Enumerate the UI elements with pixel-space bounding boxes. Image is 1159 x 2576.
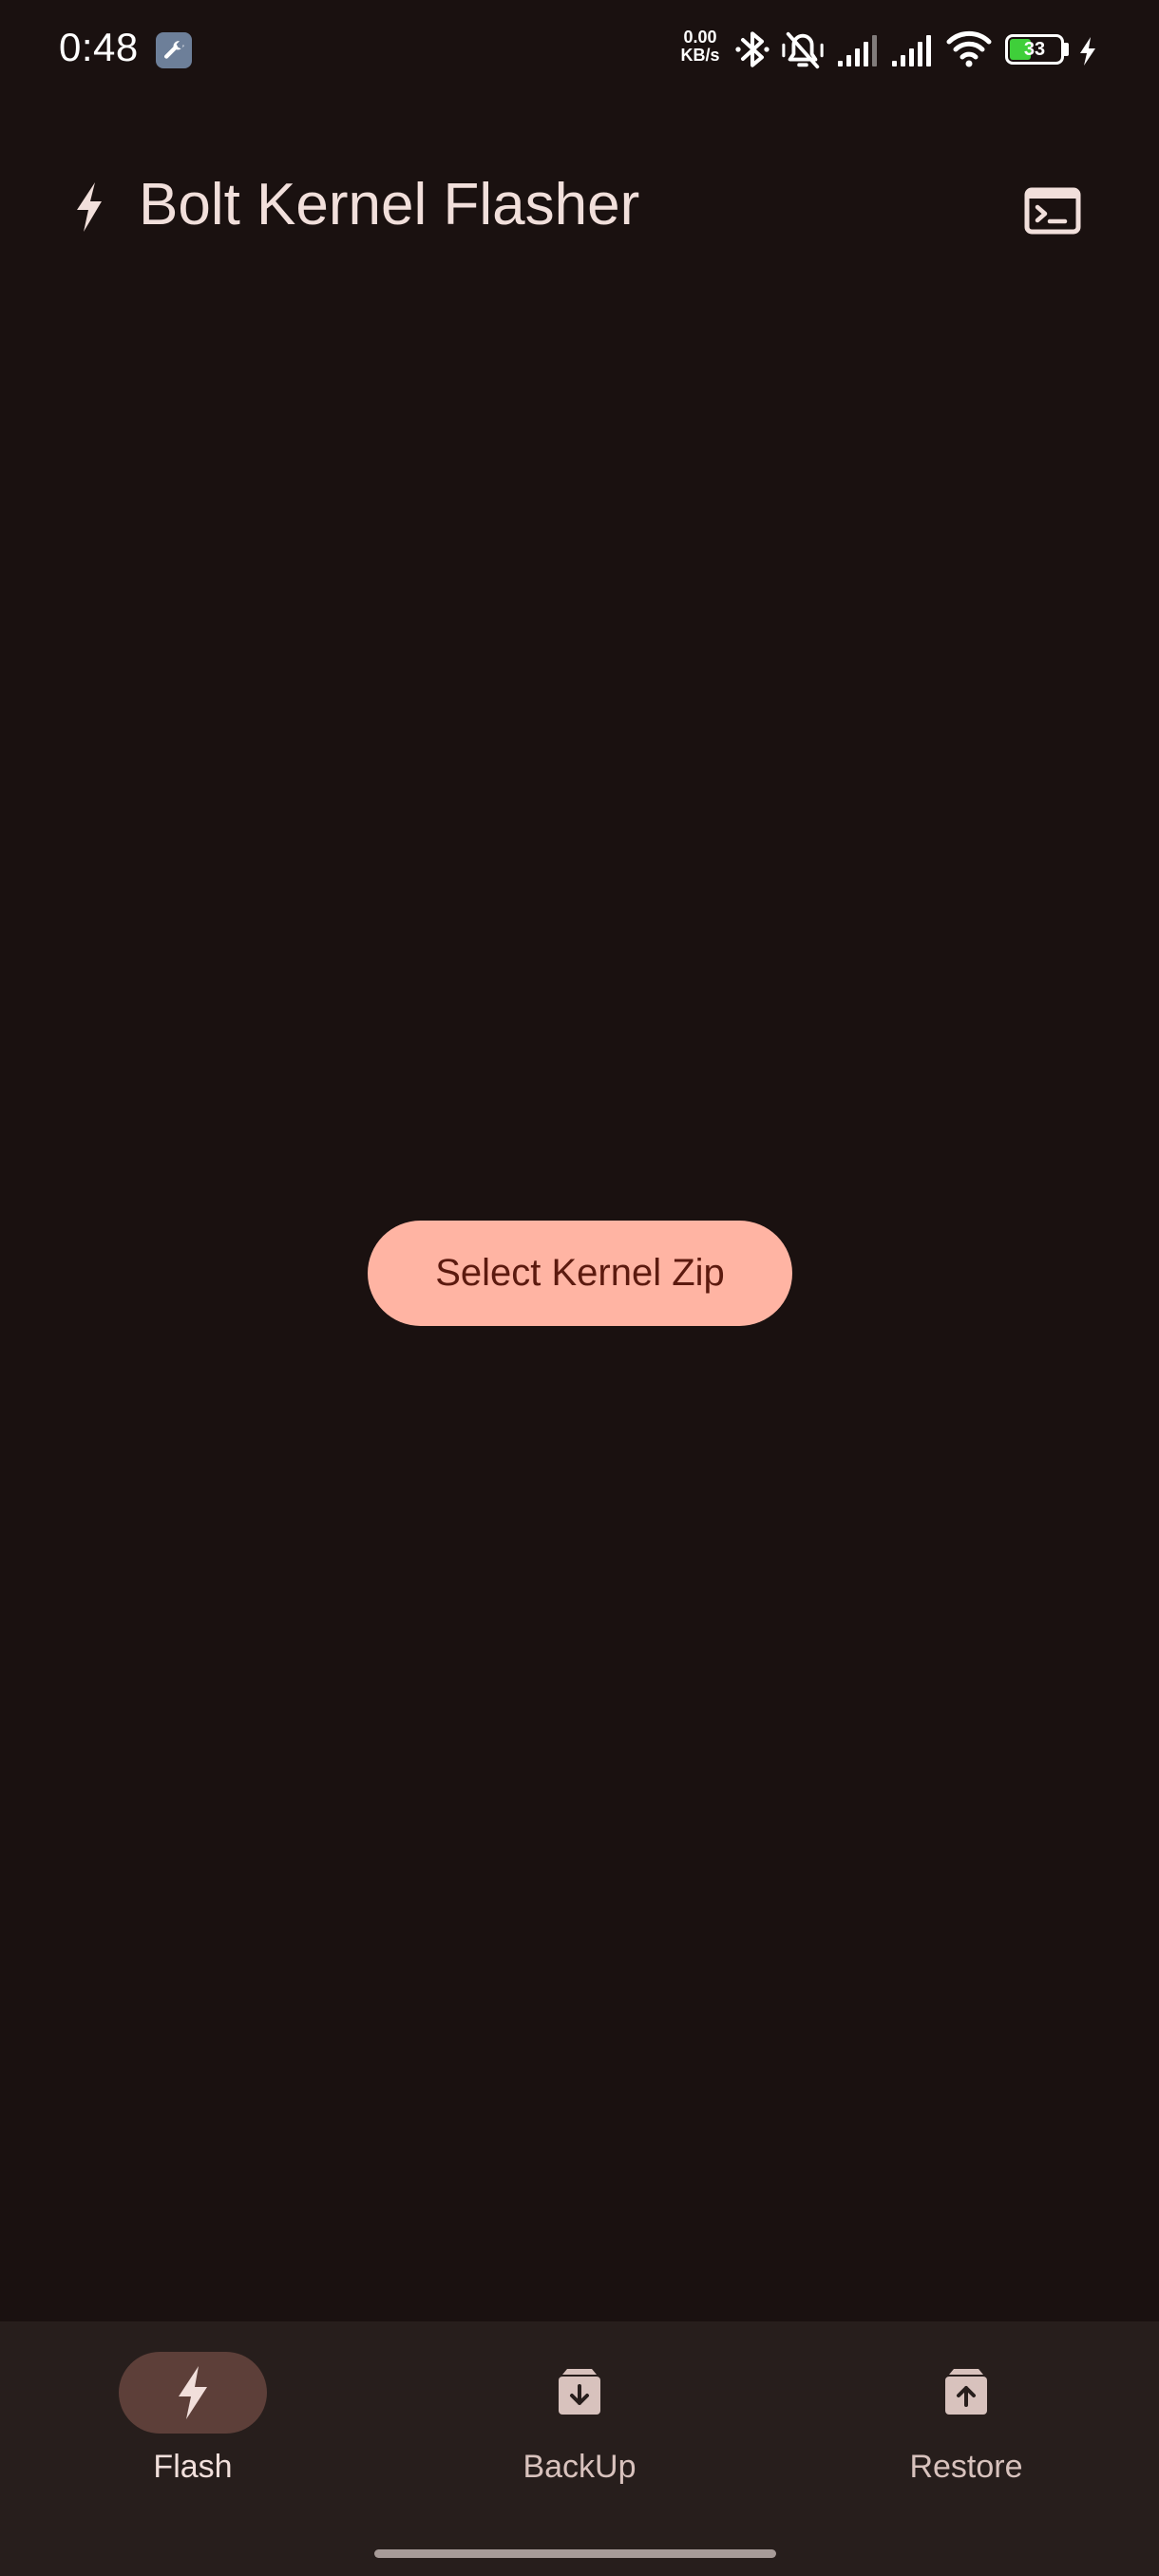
nav-label-flash: Flash — [153, 2449, 233, 2485]
bottom-navigation: Flash BackUp Restore — [0, 2321, 1159, 2576]
nav-label-backup: BackUp — [522, 2449, 636, 2485]
wrench-icon — [156, 32, 192, 68]
select-kernel-zip-button[interactable]: Select Kernel Zip — [368, 1221, 792, 1326]
signal-2-icon — [892, 35, 931, 66]
network-speed-value: 0.00 — [683, 28, 717, 47]
nav-icon-container — [505, 2352, 654, 2434]
network-speed: 0.00 KB/s — [674, 28, 726, 65]
app-bar: Bolt Kernel Flasher — [0, 152, 1159, 256]
battery-icon: 33 — [1005, 34, 1064, 65]
nav-item-restore[interactable]: Restore — [773, 2321, 1159, 2511]
nav-label-restore: Restore — [909, 2449, 1023, 2485]
nav-item-backup[interactable]: BackUp — [387, 2321, 772, 2511]
app-title: Bolt Kernel Flasher — [139, 172, 640, 237]
bluetooth-icon — [735, 31, 770, 67]
home-indicator[interactable] — [374, 2549, 776, 2558]
network-speed-unit: KB/s — [680, 46, 720, 65]
bolt-icon — [77, 182, 102, 232]
battery-nub — [1064, 43, 1069, 56]
signal-1-icon — [838, 35, 877, 66]
archive-down-icon — [559, 2369, 600, 2415]
wifi-icon — [946, 30, 992, 67]
nav-active-indicator — [119, 2352, 267, 2434]
bolt-icon — [179, 2366, 207, 2419]
charging-icon — [1080, 37, 1095, 66]
terminal-button[interactable] — [1013, 171, 1092, 251]
nav-icon-container — [892, 2352, 1040, 2434]
status-bar: 0:48 0.00 KB/s 33 — [0, 0, 1159, 103]
archive-up-icon — [945, 2369, 987, 2415]
mute-vibrate-icon — [782, 31, 824, 69]
nav-item-flash[interactable]: Flash — [0, 2321, 386, 2511]
battery-level: 33 — [1023, 39, 1046, 60]
status-time: 0:48 — [59, 25, 139, 69]
terminal-icon — [1024, 187, 1081, 235]
